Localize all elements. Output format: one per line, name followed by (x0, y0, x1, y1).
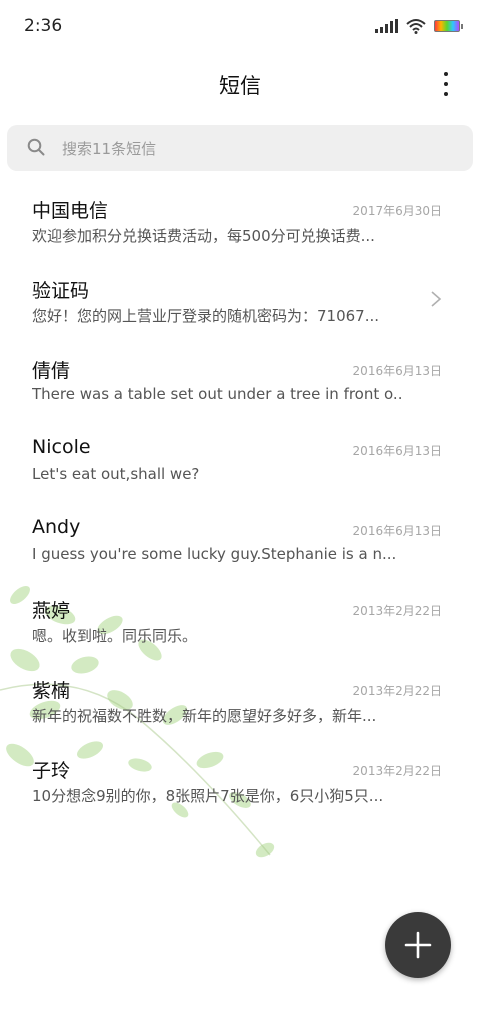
app-header: 短信 (0, 58, 480, 108)
message-sender: 验证码 (32, 280, 90, 302)
new-message-button[interactable] (385, 912, 451, 978)
page-title: 短信 (219, 74, 261, 98)
message-date: 2016年6月13日 (352, 524, 442, 538)
message-row[interactable]: 紫楠 2013年2月22日 新年的祝福数不胜数，新年的愿望好多好多，新年... (0, 660, 480, 740)
status-time: 2:36 (24, 16, 63, 36)
message-date: 2016年6月13日 (352, 444, 442, 458)
message-date: 2016年6月13日 (352, 364, 442, 378)
message-preview: 嗯。收到啦。同乐同乐。 (32, 627, 198, 645)
message-date: 2013年2月22日 (352, 764, 442, 778)
battery-icon (434, 20, 463, 32)
wifi-icon (406, 19, 426, 34)
status-icons (375, 16, 463, 36)
message-preview: Let's eat out,shall we? (32, 465, 200, 483)
message-sender: Nicole (32, 436, 91, 458)
search-placeholder: 搜索11条短信 (62, 140, 157, 158)
search-icon (27, 138, 45, 156)
plus-icon (404, 931, 432, 959)
message-preview: 新年的祝福数不胜数，新年的愿望好多好多，新年... (32, 707, 377, 725)
message-row[interactable]: Nicole 2016年6月13日 Let's eat out,shall we… (0, 420, 480, 500)
message-sender: 紫楠 (32, 680, 71, 702)
more-vertical-icon[interactable] (438, 70, 454, 98)
message-row[interactable]: 验证码 您好！您的网上营业厅登录的随机密码为：71067... (0, 260, 480, 340)
message-preview: There was a table set out under a tree i… (32, 385, 402, 403)
signal-icon (375, 19, 398, 33)
message-list: 中国电信 2017年6月30日 欢迎参加积分兑换话费活动，每500分可兑换话费.… (0, 180, 480, 820)
message-sender: Andy (32, 516, 81, 538)
message-date: 2013年2月22日 (352, 684, 442, 698)
message-row[interactable]: 倩倩 2016年6月13日 There was a table set out … (0, 340, 480, 420)
status-bar: 2:36 (0, 0, 480, 54)
message-date: 2013年2月22日 (352, 604, 442, 618)
message-preview: 10分想念9别的你，8张照片7张是你，6只小狗5只... (32, 787, 384, 805)
message-preview: 您好！您的网上营业厅登录的随机密码为：71067... (32, 307, 380, 325)
message-sender: 中国电信 (32, 200, 109, 222)
message-row[interactable]: Andy 2016年6月13日 I guess you're some luck… (0, 500, 480, 580)
message-preview: I guess you're some lucky guy.Stephanie … (32, 545, 397, 563)
message-sender: 燕婷 (32, 600, 71, 622)
message-sender: 子玲 (32, 760, 71, 782)
message-row[interactable]: 子玲 2013年2月22日 10分想念9别的你，8张照片7张是你，6只小狗5只.… (0, 740, 480, 820)
chevron-right-icon (431, 291, 442, 307)
message-preview: 欢迎参加积分兑换话费活动，每500分可兑换话费... (32, 227, 375, 245)
message-row[interactable]: 燕婷 2013年2月22日 嗯。收到啦。同乐同乐。 (0, 580, 480, 660)
search-input[interactable]: 搜索11条短信 (7, 125, 473, 171)
message-sender: 倩倩 (32, 360, 71, 382)
message-row[interactable]: 中国电信 2017年6月30日 欢迎参加积分兑换话费活动，每500分可兑换话费.… (0, 180, 480, 260)
message-date: 2017年6月30日 (352, 204, 442, 218)
